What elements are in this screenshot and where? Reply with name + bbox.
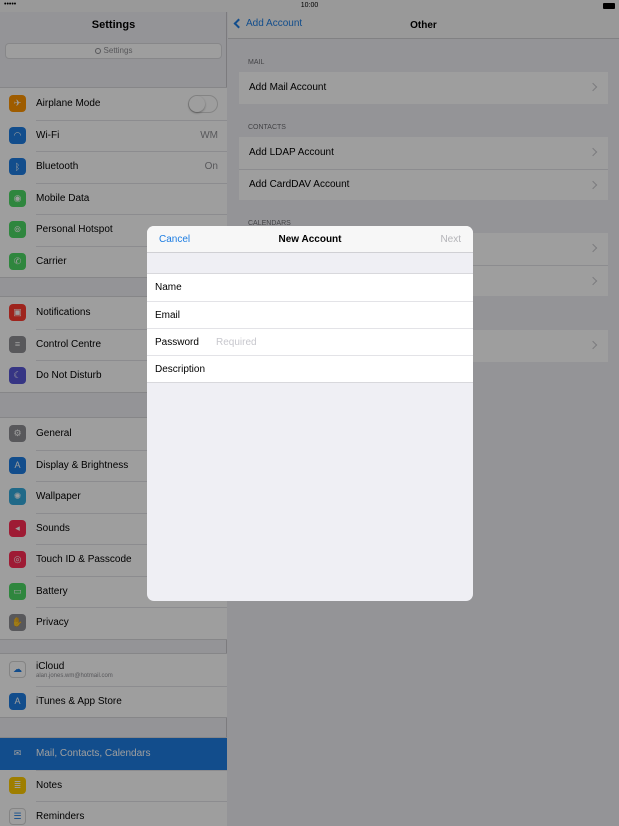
- password-row: Password: [147, 328, 473, 355]
- name-label: Name: [155, 282, 182, 293]
- description-row: Description: [147, 355, 473, 382]
- email-field[interactable]: [216, 309, 473, 321]
- name-row: Name: [147, 274, 473, 301]
- email-label: Email: [155, 309, 181, 321]
- next-button[interactable]: Next: [440, 234, 461, 245]
- description-label: Description: [155, 363, 206, 375]
- email-row: Email: [147, 301, 473, 328]
- name-field[interactable]: [216, 282, 473, 293]
- password-field[interactable]: [216, 336, 473, 348]
- new-account-dialog: Cancel New Account Next Name Email Passw…: [147, 226, 473, 601]
- description-field[interactable]: [216, 363, 473, 375]
- dialog-title: New Account: [278, 234, 342, 245]
- password-label: Password: [155, 336, 199, 348]
- account-form: Name Email Password Description: [147, 273, 473, 383]
- dialog-nav-bar: Cancel New Account Next: [147, 226, 473, 253]
